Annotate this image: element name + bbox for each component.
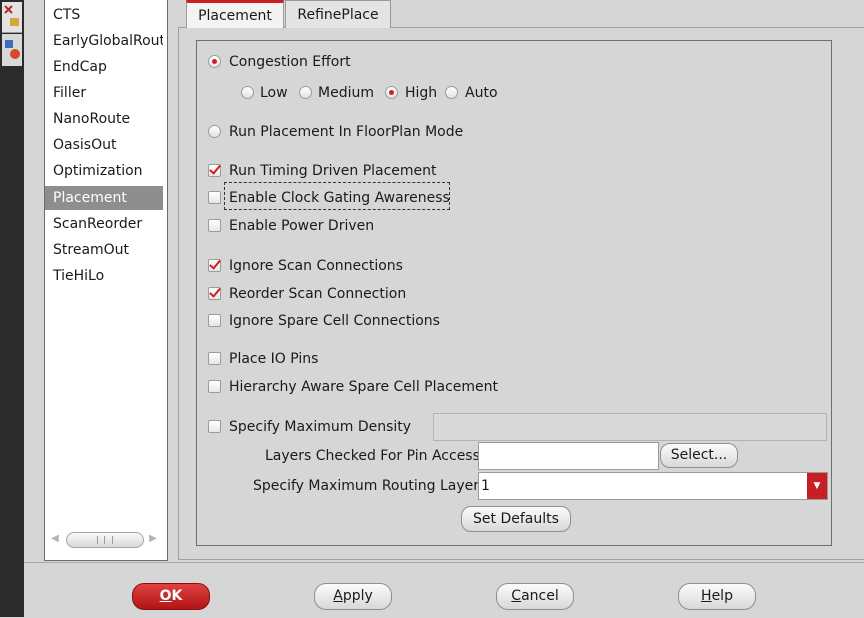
- list-item[interactable]: EndCap: [45, 55, 163, 79]
- list-item[interactable]: NanoRoute: [45, 107, 163, 131]
- effort-auto-label: Auto: [465, 85, 498, 101]
- max-density-label: Specify Maximum Density: [229, 419, 412, 435]
- list-item[interactable]: StreamOut: [45, 238, 163, 262]
- tool-icon[interactable]: [2, 2, 22, 33]
- effort-low-label: Low: [260, 85, 288, 101]
- effort-medium-radio[interactable]: [299, 86, 312, 99]
- effort-low-radio[interactable]: [241, 86, 254, 99]
- clock-gating-label: Enable Clock Gating Awareness: [229, 190, 450, 206]
- wrench-icon: [5, 40, 20, 59]
- cross-icon: [4, 5, 19, 26]
- tool-icon[interactable]: [2, 34, 22, 66]
- effort-auto-radio[interactable]: [445, 86, 458, 99]
- scrollbar-thumb[interactable]: [66, 532, 144, 548]
- list-item[interactable]: ScanReorder: [45, 212, 163, 236]
- set-defaults-button[interactable]: Set Defaults: [461, 506, 571, 532]
- reorder-scan-label: Reorder Scan Connection: [229, 286, 407, 302]
- help-button[interactable]: Help: [678, 583, 756, 610]
- list-item[interactable]: Optimization: [45, 159, 163, 183]
- list-item[interactable]: EarlyGlobalRout: [45, 29, 163, 53]
- cancel-button[interactable]: Cancel: [496, 583, 574, 610]
- dropdown-arrow-icon[interactable]: ▼: [807, 473, 827, 499]
- pin-access-input[interactable]: [478, 442, 659, 470]
- place-io-pins-label: Place IO Pins: [229, 351, 319, 367]
- list-item-selected[interactable]: Placement: [45, 186, 163, 210]
- apply-button[interactable]: Apply: [314, 583, 392, 610]
- reorder-scan-checkbox[interactable]: [208, 287, 221, 300]
- cancel-label: ancel: [521, 588, 559, 604]
- congestion-effort-label: Congestion Effort: [229, 54, 351, 70]
- ignore-spare-cell-label: Ignore Spare Cell Connections: [229, 313, 440, 329]
- floorplan-mode-label: Run Placement In FloorPlan Mode: [229, 124, 464, 140]
- horizontal-scrollbar[interactable]: ◀ ▶: [48, 530, 162, 550]
- list-item[interactable]: CTS: [45, 3, 163, 27]
- effort-high-radio[interactable]: [385, 86, 398, 99]
- list-item[interactable]: Filler: [45, 81, 163, 105]
- hierarchy-spare-cell-label: Hierarchy Aware Spare Cell Placement: [229, 379, 498, 395]
- grip-icon: [97, 536, 113, 544]
- ignore-scan-label: Ignore Scan Connections: [229, 258, 403, 274]
- max-density-input[interactable]: [433, 413, 827, 441]
- select-button[interactable]: Select...: [660, 443, 738, 468]
- pin-access-label: Layers Checked For Pin Access: [265, 448, 480, 464]
- power-driven-checkbox[interactable]: [208, 219, 221, 232]
- congestion-effort-radio[interactable]: [208, 55, 221, 68]
- apply-label: pply: [342, 588, 373, 604]
- scroll-right-icon[interactable]: ▶: [146, 532, 160, 546]
- tab-placement[interactable]: Placement: [186, 0, 284, 28]
- effort-high-label: High: [405, 85, 438, 101]
- routing-layer-label: Specify Maximum Routing Layer: [253, 478, 479, 494]
- place-io-pins-checkbox[interactable]: [208, 352, 221, 365]
- max-density-checkbox[interactable]: [208, 420, 221, 433]
- routing-layer-value: 1: [481, 478, 490, 494]
- cancel-mnemonic: C: [511, 588, 522, 604]
- power-driven-label: Enable Power Driven: [229, 218, 375, 234]
- ignore-spare-cell-checkbox[interactable]: [208, 314, 221, 327]
- ok-button[interactable]: OK: [132, 583, 210, 610]
- effort-medium-label: Medium: [318, 85, 374, 101]
- ignore-scan-checkbox[interactable]: [208, 259, 221, 272]
- routing-layer-select[interactable]: 1 ▼: [478, 472, 828, 500]
- scroll-left-icon[interactable]: ◀: [48, 532, 62, 546]
- tab-refineplace[interactable]: RefinePlace: [285, 0, 391, 28]
- help-label: elp: [711, 588, 733, 604]
- ok-mnemonic: O: [159, 588, 172, 604]
- left-toolbar-strip: [0, 0, 24, 617]
- category-list[interactable]: CTS EarlyGlobalRout EndCap Filler NanoRo…: [44, 0, 168, 561]
- hierarchy-spare-cell-checkbox[interactable]: [208, 380, 221, 393]
- ok-label: K: [171, 588, 183, 604]
- timing-driven-checkbox[interactable]: [208, 164, 221, 177]
- clock-gating-checkbox[interactable]: [208, 191, 221, 204]
- timing-driven-label: Run Timing Driven Placement: [229, 163, 437, 179]
- list-item[interactable]: TieHiLo: [45, 264, 163, 288]
- apply-mnemonic: A: [333, 588, 343, 604]
- floorplan-mode-radio[interactable]: [208, 125, 221, 138]
- list-item[interactable]: OasisOut: [45, 133, 163, 157]
- help-mnemonic: H: [701, 588, 712, 604]
